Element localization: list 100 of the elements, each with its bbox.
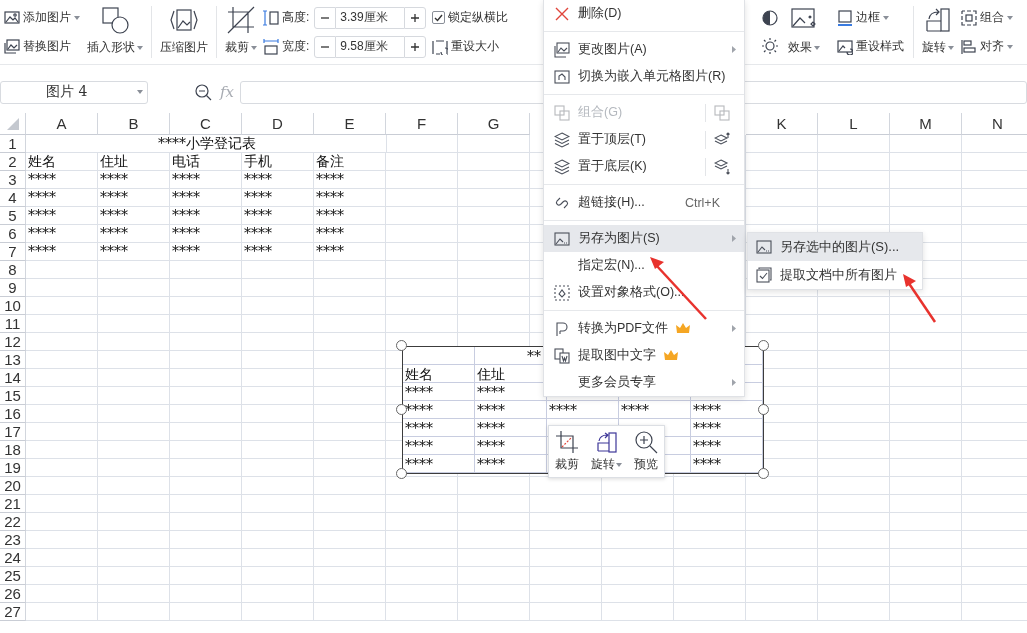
menu-item[interactable]: 提取文档中所有图片 — [748, 261, 922, 289]
column-header[interactable]: M — [890, 113, 962, 135]
plus-icon — [410, 41, 421, 52]
row-header[interactable]: 14 — [0, 369, 26, 387]
height-field[interactable]: 3.39厘米 — [336, 6, 405, 29]
row-header[interactable]: 18 — [0, 441, 26, 459]
increase-button[interactable] — [404, 35, 427, 58]
reset-size-icon — [432, 38, 449, 55]
resize-handle[interactable] — [396, 340, 407, 351]
menu-item[interactable]: 另存为图片(S) — [544, 225, 744, 252]
menu-item[interactable]: 设置对象格式(O)... — [544, 279, 744, 306]
table-cell-text: 备注 — [315, 153, 345, 171]
column-header[interactable]: E — [314, 113, 386, 135]
row-header[interactable]: 4 — [0, 189, 26, 207]
checkbox[interactable] — [432, 11, 446, 24]
menu-item[interactable]: 超链接(H)... Ctrl+K — [544, 189, 744, 216]
row-header[interactable]: 1 — [0, 135, 26, 153]
row-header[interactable]: 3 — [0, 171, 26, 189]
row-header[interactable]: 26 — [0, 585, 26, 603]
table-cell-text: **** — [476, 419, 506, 437]
menu-item[interactable]: 切换为嵌入单元格图片(R) — [544, 63, 744, 90]
column-header[interactable]: L — [818, 113, 890, 135]
resize-handle[interactable] — [758, 468, 769, 479]
menu-item[interactable]: 指定宏(N)... — [544, 252, 744, 279]
change-picture-icon — [554, 41, 570, 58]
menu-item[interactable]: 更多会员专享 — [544, 369, 744, 396]
toolbar-button[interactable]: 旋转 — [919, 0, 957, 64]
half-circle-icon[interactable] — [761, 9, 779, 27]
row-header[interactable]: 10 — [0, 297, 26, 315]
border-icon — [837, 9, 853, 26]
column-header[interactable]: B — [98, 113, 170, 135]
row-header[interactable]: 11 — [0, 315, 26, 333]
table-cell-text: **** — [27, 243, 57, 261]
toolbar-button[interactable]: 压缩图片 — [157, 0, 211, 64]
toolbar-button[interactable]: 重设样式 — [836, 34, 905, 59]
toolbar-button[interactable]: 添加图片 — [3, 5, 81, 30]
row-header[interactable]: 12 — [0, 333, 26, 351]
toolbar-button[interactable]: 边框 — [836, 5, 905, 30]
zoom-out-icon[interactable] — [194, 83, 212, 101]
row-header[interactable]: 19 — [0, 459, 26, 477]
rotate-icon — [924, 6, 952, 34]
resize-handle[interactable] — [758, 340, 769, 351]
menu-item[interactable]: 更改图片(A) — [544, 36, 744, 63]
toolbar-button[interactable]: 旋转 — [589, 428, 624, 475]
row-header[interactable]: 25 — [0, 567, 26, 585]
toolbar-button[interactable]: 组合 — [960, 5, 1014, 30]
table-cell-text: **** — [315, 243, 345, 261]
row-header[interactable]: 16 — [0, 405, 26, 423]
row-header[interactable]: 13 — [0, 351, 26, 369]
table-cell-text: **** — [315, 207, 345, 225]
decrease-button[interactable] — [314, 6, 337, 29]
increase-button[interactable] — [404, 6, 427, 29]
row-header[interactable]: 15 — [0, 387, 26, 405]
toolbar-button[interactable]: 对齐 — [960, 34, 1014, 59]
resize-handle[interactable] — [396, 468, 407, 479]
checkbox-option[interactable]: 锁定纵横比 — [431, 5, 510, 30]
width-field[interactable]: 9.58厘米 — [336, 35, 405, 58]
row-header[interactable]: 8 — [0, 261, 26, 279]
column-header[interactable]: D — [242, 113, 314, 135]
row-header[interactable]: 2 — [0, 153, 26, 171]
table-cell-text: **** — [171, 243, 201, 261]
name-box[interactable]: 图片 4 — [0, 80, 148, 104]
row-header[interactable]: 9 — [0, 279, 26, 297]
column-header[interactable]: K — [746, 113, 818, 135]
decrease-button[interactable] — [314, 35, 337, 58]
menu-item[interactable]: 删除(D) — [544, 0, 744, 27]
row-header[interactable]: 22 — [0, 513, 26, 531]
checkbox-icon — [756, 267, 772, 283]
row-header[interactable]: 21 — [0, 495, 26, 513]
brightness-icon[interactable] — [761, 37, 779, 55]
column-header[interactable]: F — [386, 113, 458, 135]
table-cell-text: **** — [315, 225, 345, 243]
column-header[interactable]: A — [26, 113, 98, 135]
column-header[interactable]: G — [458, 113, 530, 135]
toolbar-button[interactable]: 裁剪 — [553, 428, 581, 475]
resize-handle[interactable] — [396, 404, 407, 415]
row-header[interactable]: 24 — [0, 549, 26, 567]
resize-handle[interactable] — [758, 404, 769, 415]
toolbar-button[interactable]: 效果 — [785, 0, 823, 64]
row-header[interactable]: 7 — [0, 243, 26, 261]
toolbar-button[interactable]: 重设大小 — [431, 34, 510, 59]
menu-item[interactable]: 置于顶层(T) — [544, 126, 744, 153]
picture-icon — [756, 239, 772, 255]
row-header[interactable]: 5 — [0, 207, 26, 225]
row-header[interactable]: 20 — [0, 477, 26, 495]
toolbar-button[interactable]: 替换图片 — [3, 34, 81, 59]
row-header[interactable]: 17 — [0, 423, 26, 441]
toolbar-button[interactable]: 预览 — [632, 428, 660, 475]
table-cell-text: **** — [171, 225, 201, 243]
table-cell-text: **** — [315, 171, 345, 189]
column-header[interactable]: C — [170, 113, 242, 135]
row-header[interactable]: 27 — [0, 603, 26, 621]
menu-item[interactable]: 置于底层(K) — [544, 153, 744, 180]
menu-item[interactable]: 另存选中的图片(S)... — [748, 233, 922, 261]
menu-item[interactable]: 转换为PDF文件 — [544, 315, 744, 342]
row-header[interactable]: 6 — [0, 225, 26, 243]
row-header[interactable]: 23 — [0, 531, 26, 549]
caret-icon — [137, 90, 143, 94]
toolbar-button[interactable]: 裁剪 — [222, 0, 260, 64]
toolbar-button[interactable]: 插入形状 — [84, 0, 146, 64]
